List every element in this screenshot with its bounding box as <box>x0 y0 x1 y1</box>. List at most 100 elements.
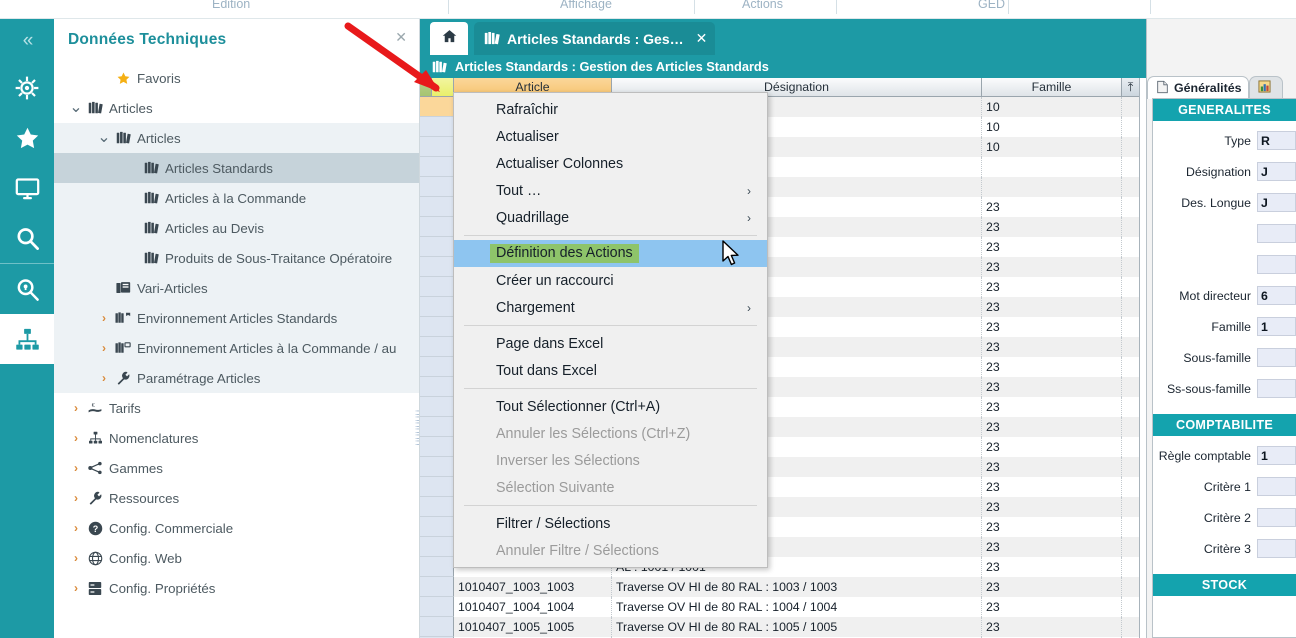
row-selector-cell[interactable] <box>420 157 454 177</box>
cell-famille[interactable]: 23 <box>982 237 1122 257</box>
field-value[interactable]: 1 <box>1257 317 1296 336</box>
tab-close-icon[interactable]: ✕ <box>696 30 708 47</box>
grid-column-header-famille[interactable]: Famille <box>982 78 1122 97</box>
cell-famille[interactable]: 23 <box>982 517 1122 537</box>
cell-article[interactable]: 1010407_1005_1005 <box>454 617 612 637</box>
cell-article[interactable]: 1010407_1003_1003 <box>454 577 612 597</box>
sidebar-item-gammes[interactable]: ›Gammes <box>54 453 419 483</box>
row-selector-cell[interactable] <box>420 497 454 517</box>
chevron-right-icon[interactable]: › <box>68 431 84 445</box>
cell-famille[interactable]: 23 <box>982 557 1122 577</box>
row-selector-cell[interactable] <box>420 517 454 537</box>
cell-famille[interactable]: 23 <box>982 377 1122 397</box>
cell-designation[interactable]: Traverse OV HI de 80 RAL : 1005 / 1005 <box>612 617 982 637</box>
sidebar-item-articles-la-commande[interactable]: Articles à la Commande <box>54 183 419 213</box>
row-selector-cell[interactable] <box>420 297 454 317</box>
row-selector-cell[interactable] <box>420 437 454 457</box>
tab-articles-standards[interactable]: Articles Standards : Ges… ✕ <box>474 22 715 55</box>
row-selector-cell[interactable] <box>420 197 454 217</box>
row-selector-cell[interactable] <box>420 357 454 377</box>
row-selector-cell[interactable] <box>420 237 454 257</box>
sidebar-item-articles-standards[interactable]: Articles Standards <box>54 153 419 183</box>
cell-famille[interactable]: 23 <box>982 597 1122 617</box>
chevron-right-icon[interactable]: › <box>68 461 84 475</box>
chevron-right-icon[interactable]: › <box>68 581 84 595</box>
menu-item-actualiser[interactable]: Actualiser <box>454 123 767 150</box>
cell-famille[interactable]: 23 <box>982 437 1122 457</box>
ribbon-tab-actions[interactable]: Actions <box>742 0 783 11</box>
chevron-down-icon[interactable]: ⌄ <box>68 104 84 112</box>
field-value[interactable] <box>1257 508 1296 527</box>
cell-famille[interactable]: 23 <box>982 417 1122 437</box>
row-selector-cell[interactable] <box>420 397 454 417</box>
context-menu[interactable]: RafraîchirActualiserActualiser ColonnesT… <box>453 92 768 568</box>
table-row[interactable]: 1010407_1004_1004Traverse OV HI de 80 RA… <box>420 597 1139 617</box>
field-value[interactable] <box>1257 348 1296 367</box>
cell-famille[interactable]: 23 <box>982 217 1122 237</box>
field-value[interactable] <box>1257 255 1296 274</box>
cell-famille[interactable]: 23 <box>982 317 1122 337</box>
table-row[interactable]: 1010407_1005_1005Traverse OV HI de 80 RA… <box>420 617 1139 637</box>
row-selector-cell[interactable] <box>420 597 454 617</box>
sidebar-item-nomenclatures[interactable]: ›Nomenclatures <box>54 423 419 453</box>
row-selector-cell[interactable] <box>420 337 454 357</box>
row-selector-cell[interactable] <box>420 417 454 437</box>
cell-famille[interactable]: 23 <box>982 617 1122 637</box>
row-selector-cell[interactable] <box>420 477 454 497</box>
menu-item-filtrer-s-lections[interactable]: Filtrer / Sélections <box>454 510 767 537</box>
field-value[interactable] <box>1257 379 1296 398</box>
cell-famille[interactable]: 23 <box>982 457 1122 477</box>
row-selector-cell[interactable] <box>420 257 454 277</box>
row-selector-cell[interactable] <box>420 117 454 137</box>
cell-famille[interactable]: 23 <box>982 477 1122 497</box>
sidebar-item-param-trage-articles[interactable]: ›Paramétrage Articles <box>54 363 419 393</box>
sidebar-item-config-propri-t-s[interactable]: ›Config. Propriétés <box>54 573 419 603</box>
cell-famille[interactable]: 23 <box>982 257 1122 277</box>
row-selector-cell[interactable] <box>420 537 454 557</box>
field-value[interactable]: R <box>1257 131 1296 150</box>
tab-detail-secondary[interactable] <box>1249 76 1283 99</box>
rail-item-monitor[interactable] <box>0 163 54 213</box>
row-selector-cell[interactable] <box>420 177 454 197</box>
cell-famille[interactable]: 10 <box>982 97 1122 117</box>
cell-famille[interactable] <box>982 157 1122 177</box>
rail-item-favorites[interactable] <box>0 113 54 163</box>
cell-famille[interactable]: 23 <box>982 197 1122 217</box>
cell-designation[interactable]: Traverse OV HI de 80 RAL : 1004 / 1004 <box>612 597 982 617</box>
chevron-right-icon[interactable]: › <box>68 551 84 565</box>
menu-item-tout[interactable]: Tout …› <box>454 177 767 204</box>
cell-famille[interactable]: 23 <box>982 277 1122 297</box>
rail-item-wheel[interactable] <box>0 63 54 113</box>
row-selector-cell[interactable] <box>420 557 454 577</box>
chevron-right-icon[interactable]: › <box>68 401 84 415</box>
rail-item-hierarchy[interactable] <box>0 314 54 364</box>
cell-famille[interactable]: 23 <box>982 297 1122 317</box>
row-selector-cell[interactable] <box>420 617 454 637</box>
sidebar-item-environnement-articles-la-commande-au[interactable]: ›Environnement Articles à la Commande / … <box>54 333 419 363</box>
collapse-panel-button[interactable]: « <box>0 19 54 63</box>
menu-item-actualiser-colonnes[interactable]: Actualiser Colonnes <box>454 150 767 177</box>
field-value[interactable]: J <box>1257 162 1296 181</box>
cell-famille[interactable]: 10 <box>982 117 1122 137</box>
sidebar-item-articles-au-devis[interactable]: Articles au Devis <box>54 213 419 243</box>
menu-item-quadrillage[interactable]: Quadrillage› <box>454 204 767 231</box>
sidebar-item-config-commerciale[interactable]: ›?Config. Commerciale <box>54 513 419 543</box>
sidebar-item-ressources[interactable]: ›Ressources <box>54 483 419 513</box>
cell-designation[interactable]: Traverse OV HI de 80 RAL : 1003 / 1003 <box>612 577 982 597</box>
chevron-right-icon[interactable]: › <box>96 371 112 385</box>
cell-famille[interactable]: 10 <box>982 137 1122 157</box>
cell-famille[interactable]: 23 <box>982 357 1122 377</box>
cell-famille[interactable]: 23 <box>982 497 1122 517</box>
chevron-right-icon[interactable]: › <box>96 311 112 325</box>
field-value[interactable] <box>1257 224 1296 243</box>
menu-item-rafra-chir[interactable]: Rafraîchir <box>454 96 767 123</box>
field-value[interactable]: J <box>1257 193 1296 212</box>
rail-item-search[interactable] <box>0 213 54 263</box>
rail-item-search-location[interactable] <box>0 264 54 314</box>
field-value[interactable] <box>1257 477 1296 496</box>
sidebar-item-articles[interactable]: ⌄Articles <box>54 123 419 153</box>
cell-famille[interactable]: 23 <box>982 337 1122 357</box>
sidebar-item-config-web[interactable]: ›Config. Web <box>54 543 419 573</box>
sidebar-item-produits-de-sous-traitance-op-ratoire[interactable]: Produits de Sous-Traitance Opératoire <box>54 243 419 273</box>
menu-item-page-dans-excel[interactable]: Page dans Excel <box>454 330 767 357</box>
